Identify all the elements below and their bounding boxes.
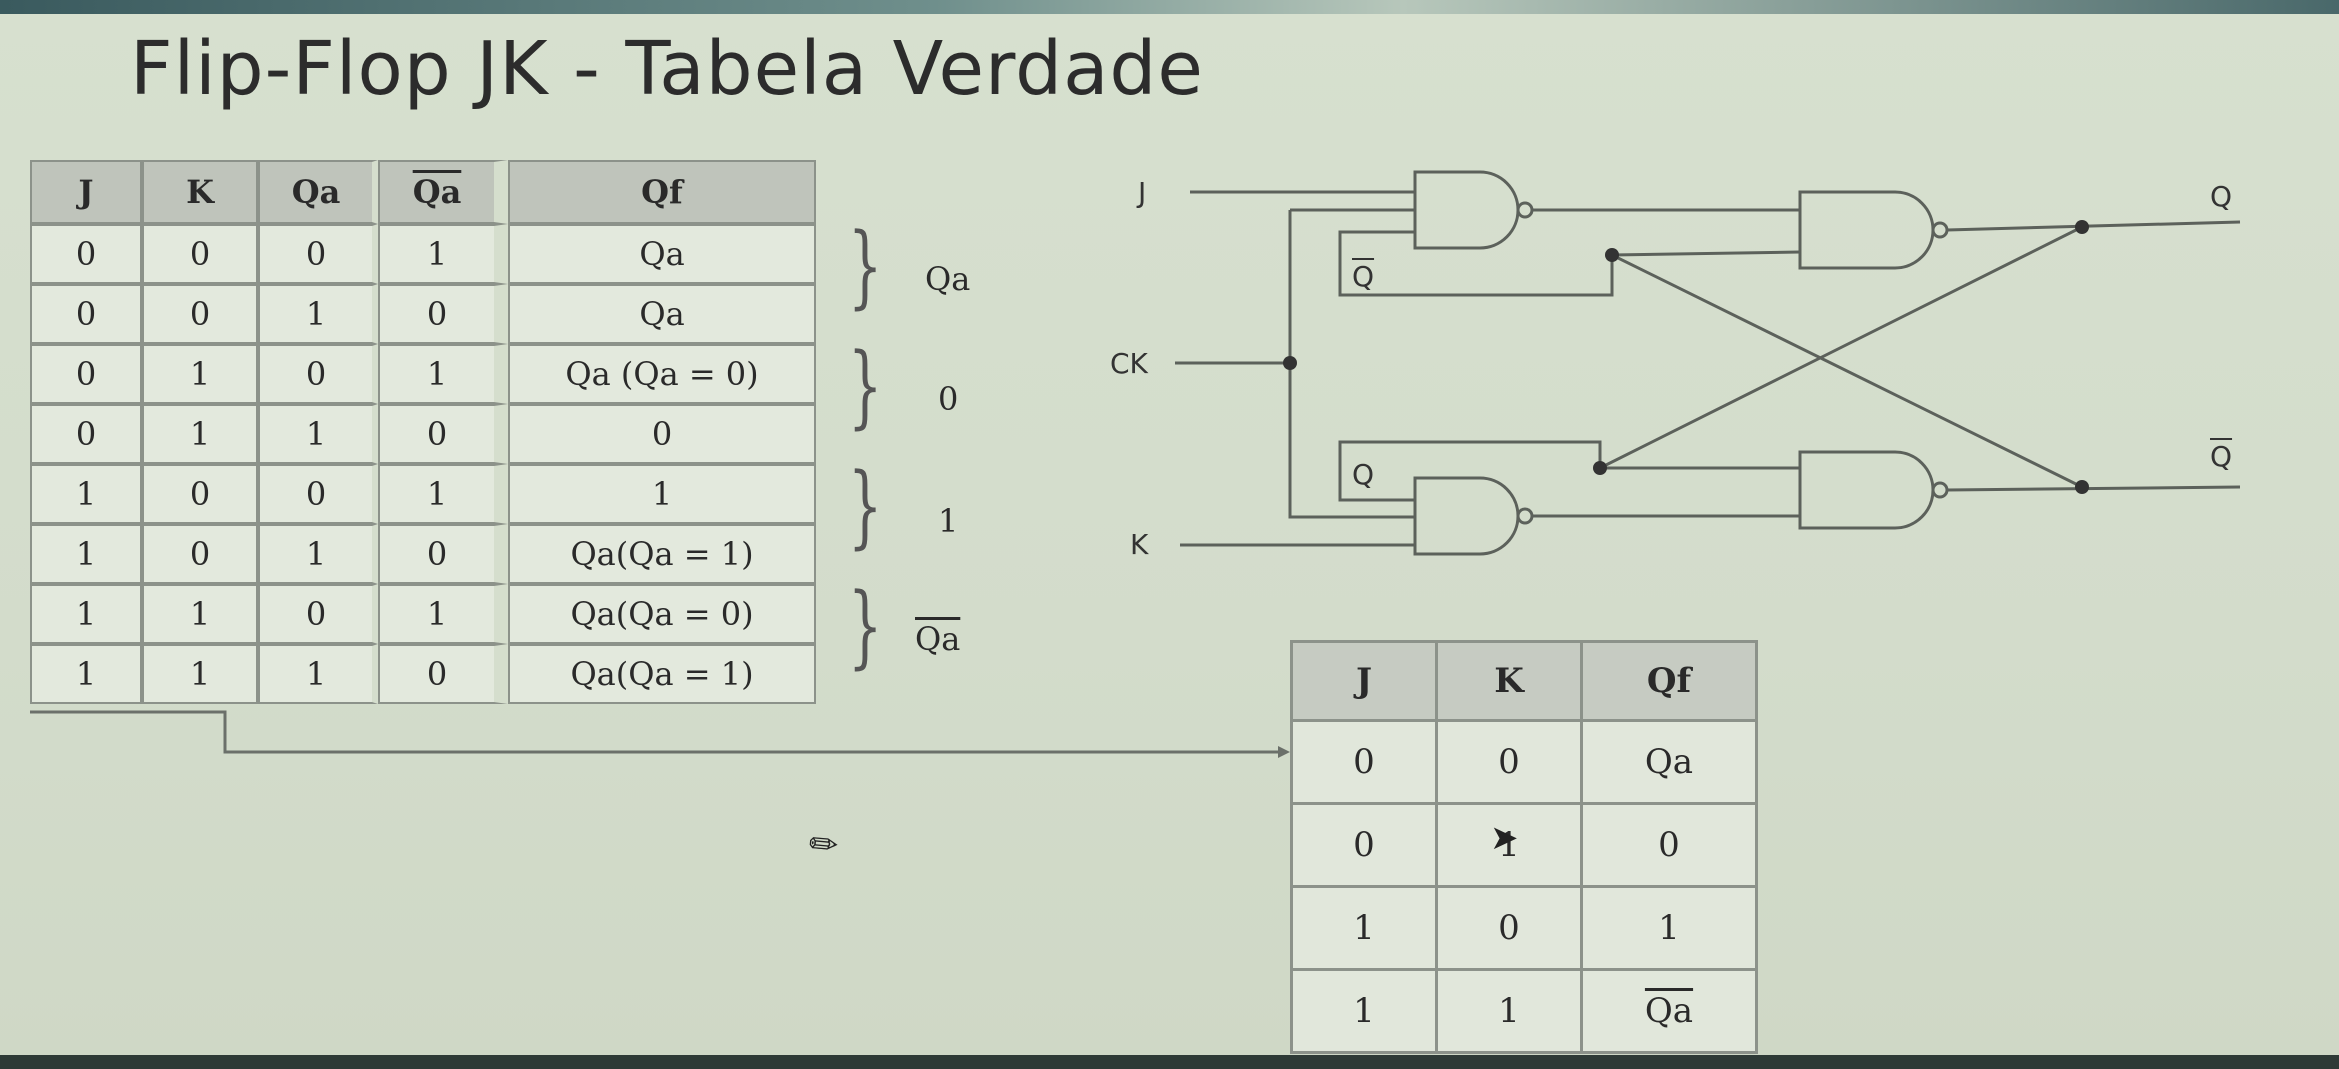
summary-cell-k: 0	[1435, 885, 1583, 971]
label-k-input: K	[1130, 528, 1149, 561]
label-q-feedback: Q	[1352, 458, 1375, 491]
summary-header-j: J	[1290, 640, 1438, 722]
summary-header-k: K	[1435, 640, 1583, 722]
label-qbar-feedback: Q	[1352, 260, 1375, 293]
summary-cell-j: 1	[1290, 968, 1438, 1054]
label-qbar-output: Q	[2210, 440, 2233, 473]
summary-header-row: J K Qf	[1290, 640, 1758, 722]
table-row: 1 0 1	[1290, 885, 1758, 971]
summary-cell-k: 0	[1435, 719, 1583, 805]
label-ck-input: CK	[1110, 347, 1148, 380]
summary-cell-j: 1	[1290, 885, 1438, 971]
nand-gate-4	[1798, 450, 1935, 530]
label-j-input: J	[1138, 176, 1147, 209]
summary-cell-j: 0	[1290, 802, 1438, 888]
summary-truth-table: J K Qf 0 0 Qa 0 1 0 1 0 1 1 1 Qa	[1290, 640, 1758, 1054]
summary-cell-k: 1	[1435, 968, 1583, 1054]
summary-cell-qf: 1	[1580, 885, 1758, 971]
nand-gate-1	[1413, 170, 1520, 250]
table-row: 1 1 Qa	[1290, 968, 1758, 1054]
nand-gate-2	[1413, 476, 1520, 556]
nand-gate-3	[1798, 190, 1935, 270]
summary-cell-qf: Qa	[1580, 968, 1758, 1054]
summary-cell-j: 0	[1290, 719, 1438, 805]
pointer-cursor-icon: ➤	[1490, 818, 1519, 858]
summary-cell-qf: Qa	[1580, 719, 1758, 805]
table-row: 0 1 0	[1290, 802, 1758, 888]
label-q-output: Q	[2210, 180, 2233, 213]
summary-header-qf: Qf	[1580, 640, 1758, 722]
table-row: 0 0 Qa	[1290, 719, 1758, 805]
jk-flipflop-circuit	[1175, 170, 2241, 556]
bottom-window-bar	[0, 1055, 2339, 1069]
summary-cell-qf: 0	[1580, 802, 1758, 888]
